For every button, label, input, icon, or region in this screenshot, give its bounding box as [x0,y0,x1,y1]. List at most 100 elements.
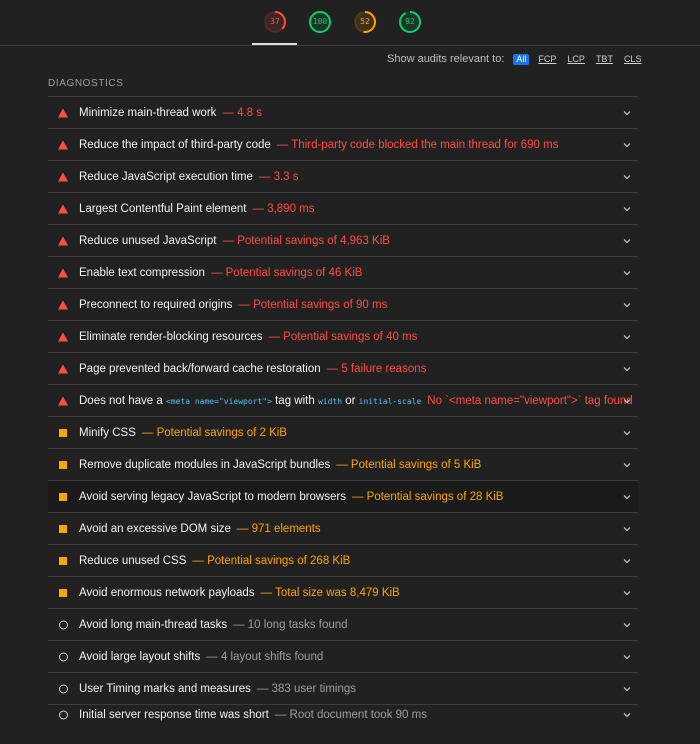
chevron-down-icon[interactable] [622,140,632,150]
audit-title: Page prevented back/forward cache restor… [79,363,426,375]
audit-row[interactable]: Page prevented back/forward cache restor… [48,352,638,384]
audit-title: Largest Contentful Paint element — 3,890 … [79,203,315,215]
audit-display-value: — 3,890 ms [252,202,315,215]
audit-display-value: — 4 layout shifts found [206,650,324,663]
audit-title: Preconnect to required origins — Potentia… [79,299,387,311]
chevron-down-icon[interactable] [622,460,632,470]
score-value: 100 [312,17,328,26]
audit-title-text: Avoid an excessive DOM size [79,522,231,535]
audit-row[interactable]: Remove duplicate modules in JavaScript b… [48,448,638,480]
chevron-down-icon[interactable] [622,492,632,502]
chevron-down-icon[interactable] [622,396,632,406]
audit-title-text: Enable text compression [79,266,205,279]
chevron-down-icon[interactable] [622,556,632,566]
audit-title-text: Minimize main-thread work [79,106,217,119]
audit-list: Minimize main-thread work — 4.8 s Reduce t… [48,96,638,724]
audit-row[interactable]: Avoid serving legacy JavaScript to moder… [48,480,638,512]
orange-square-icon [59,556,67,565]
audit-row[interactable]: Avoid enormous network payloads — Total s… [48,576,638,608]
audit-display-value: — Potential savings of 40 ms [268,330,418,343]
audit-display-value: — Potential savings of 46 KiB [210,266,363,279]
audit-row[interactable]: Minimize main-thread work — 4.8 s [48,96,638,128]
chevron-down-icon[interactable] [622,268,632,278]
audit-title-text: Eliminate render-blocking resources [79,330,263,343]
chevron-down-icon[interactable] [622,710,632,720]
score-gauge[interactable]: 92 [398,10,422,34]
audit-row[interactable]: Enable text compression — Potential savin… [48,256,638,288]
audit-row[interactable]: Initial server response time was short — … [48,704,638,724]
chevron-down-icon[interactable] [622,236,632,246]
audit-row[interactable]: Reduce JavaScript execution time — 3.3 s [48,160,638,192]
score-gauges-bar: 37 100 52 92 [0,0,700,46]
filter-chip-tbt[interactable]: TBT [593,54,616,65]
chevron-down-icon[interactable] [622,364,632,374]
audit-row[interactable]: Avoid large layout shifts — 4 layout shif… [48,640,638,672]
audit-title-text: Avoid serving legacy JavaScript to moder… [79,490,346,503]
audit-title-text: Does not have a [79,394,166,407]
orange-square-icon [59,524,67,533]
chevron-down-icon[interactable] [622,204,632,214]
audit-display-value: — 5 failure reasons [326,362,427,375]
audit-row[interactable]: Preconnect to required origins — Potentia… [48,288,638,320]
audit-title-text: Avoid large layout shifts [79,650,201,663]
audit-display-value: — 4.8 s [222,106,263,119]
audit-title-text: Largest Contentful Paint element [79,202,247,215]
audit-display-value: — Potential savings of 2 KiB [141,426,287,439]
red-triangle-icon [58,396,68,405]
orange-square-icon [59,428,67,437]
audit-title-text: Page prevented back/forward cache restor… [79,362,321,375]
filter-chip-all[interactable]: All [513,53,530,65]
filter-chip-fcp[interactable]: FCP [535,54,559,65]
score-gauge[interactable]: 52 [353,10,377,34]
audit-title: Avoid long main-thread tasks — 10 long ta… [79,619,348,631]
red-triangle-icon [58,140,68,149]
filter-chip-cls[interactable]: CLS [621,54,645,65]
audit-title: Avoid enormous network payloads — Total s… [79,587,400,599]
section-title: DIAGNOSTICS [48,78,124,89]
chevron-down-icon[interactable] [622,300,632,310]
audit-title-code: width [317,396,343,406]
red-triangle-icon [58,172,68,181]
audit-row[interactable]: Eliminate render-blocking resources — Pot… [48,320,638,352]
chevron-down-icon[interactable] [622,588,632,598]
chevron-down-icon[interactable] [622,684,632,694]
chevron-down-icon[interactable] [622,332,632,342]
filter-chip-lcp[interactable]: LCP [564,54,588,65]
audit-row[interactable]: Largest Contentful Paint element — 3,890 … [48,192,638,224]
score-value: 52 [360,17,370,26]
score-gauge[interactable]: 100 [308,10,332,34]
audit-title-text: Avoid enormous network payloads [79,586,255,599]
audit-row[interactable]: Reduce unused JavaScript — Potential savi… [48,224,638,256]
grey-circle-icon [59,620,68,629]
chevron-down-icon[interactable] [622,524,632,534]
audit-title-text: Reduce JavaScript execution time [79,170,253,183]
audit-title-text: Initial server response time was short [79,708,269,721]
audit-title-text: Reduce the impact of third-party code [79,138,271,151]
audit-display-value: — 971 elements [236,522,321,535]
audit-row[interactable]: User Timing marks and measures — 383 user… [48,672,638,704]
red-triangle-icon [58,108,68,117]
chevron-down-icon[interactable] [622,428,632,438]
chevron-down-icon[interactable] [622,108,632,118]
audit-row[interactable]: Avoid an excessive DOM size — 971 element… [48,512,638,544]
red-triangle-icon [58,332,68,341]
grey-circle-icon [59,710,68,719]
orange-square-icon [59,460,67,469]
audit-row[interactable]: Reduce unused CSS — Potential savings of … [48,544,638,576]
chevron-down-icon[interactable] [622,620,632,630]
audit-title-code: <meta name="viewport"> [165,396,272,406]
audit-row[interactable]: Reduce the impact of third-party code — T… [48,128,638,160]
chevron-down-icon[interactable] [622,172,632,182]
audit-title: Does not have a <meta name="viewport"> t… [79,395,633,407]
red-triangle-icon [58,204,68,213]
score-gauge[interactable]: 37 [263,10,287,34]
orange-square-icon [59,588,67,597]
audit-row[interactable]: Does not have a <meta name="viewport"> t… [48,384,638,416]
audit-title-code: initial-scale [358,396,422,406]
audit-title-text: Minify CSS [79,426,136,439]
audit-row[interactable]: Avoid long main-thread tasks — 10 long ta… [48,608,638,640]
audit-title: Avoid serving legacy JavaScript to moder… [79,491,503,503]
score-value: 92 [405,17,415,26]
chevron-down-icon[interactable] [622,652,632,662]
audit-row[interactable]: Minify CSS — Potential savings of 2 KiB [48,416,638,448]
